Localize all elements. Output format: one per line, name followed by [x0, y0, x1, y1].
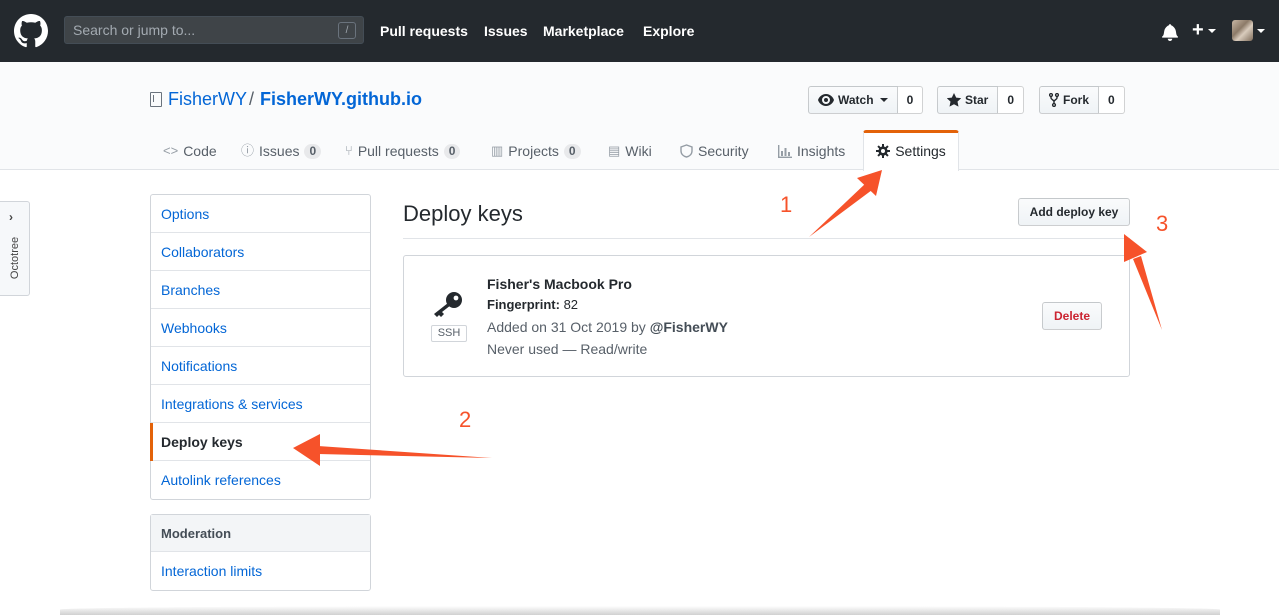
star-button[interactable]: Star	[937, 86, 999, 114]
star-label: Star	[965, 93, 989, 107]
repo-icon	[150, 92, 162, 107]
tab-settings[interactable]: Settings	[863, 130, 959, 171]
tab-wiki-label: Wiki	[625, 143, 652, 159]
watch-button[interactable]: Watch	[808, 86, 898, 114]
deploy-key-usage: Never used — Read/write	[487, 341, 648, 357]
settings-menu: Options Collaborators Branches Webhooks …	[150, 194, 371, 500]
nav-pull-requests[interactable]: Pull requests	[380, 22, 468, 40]
tab-wiki[interactable]: ▤ Wiki	[608, 143, 652, 159]
eye-icon	[818, 94, 834, 106]
graph-icon	[778, 144, 792, 158]
fork-button[interactable]: Fork	[1039, 86, 1100, 114]
tab-code[interactable]: <> Code	[163, 143, 217, 159]
menu-item-autolink-references[interactable]: Autolink references	[151, 461, 370, 499]
deploy-key-added: Added on 31 Oct 2019 by @FisherWY	[487, 319, 728, 335]
bottom-window-edge	[60, 606, 1220, 615]
watch-button-group: Watch 0	[808, 86, 924, 114]
search-placeholder: Search or jump to...	[73, 22, 196, 38]
deploy-key-list-item	[403, 255, 1130, 377]
nav-issues[interactable]: Issues	[484, 22, 528, 40]
avatar-caret-icon	[1257, 29, 1265, 33]
tab-settings-label: Settings	[895, 143, 946, 159]
avatar[interactable]	[1232, 20, 1253, 41]
star-icon	[947, 93, 961, 107]
add-deploy-key-button[interactable]: Add deploy key	[1018, 198, 1130, 226]
tab-projects-label: Projects	[508, 143, 559, 159]
tab-insights[interactable]: Insights	[778, 143, 845, 159]
page-title: Deploy keys	[403, 201, 523, 226]
annotation-number-2: 2	[459, 407, 472, 432]
menu-item-interaction-limits[interactable]: Interaction limits	[151, 552, 370, 590]
repo-owner-link[interactable]: FisherWY	[168, 88, 247, 110]
octotree-label: Octotree	[9, 236, 21, 280]
star-count[interactable]: 0	[998, 86, 1025, 114]
search-shortcut-badge: /	[338, 22, 356, 39]
menu-item-options[interactable]: Options	[151, 195, 370, 233]
tab-pull-requests-label: Pull requests	[357, 143, 439, 159]
fork-button-group: Fork 0	[1039, 86, 1125, 114]
deploy-key-title: Fisher's Macbook Pro	[487, 276, 632, 292]
tab-code-label: Code	[183, 143, 217, 159]
fingerprint-label: Fingerprint:	[487, 297, 560, 312]
global-header: Search or jump to... / Pull requests Iss…	[0, 0, 1279, 62]
tab-security[interactable]: Security	[680, 143, 749, 159]
ssh-badge: SSH	[431, 325, 467, 342]
gear-icon	[876, 144, 891, 158]
tab-issues-label: Issues	[259, 143, 300, 159]
tab-projects[interactable]: ▥ Projects 0	[491, 143, 581, 159]
delete-key-button[interactable]: Delete	[1042, 302, 1102, 330]
repo-name-link[interactable]: FisherWY.github.io	[260, 88, 422, 110]
repo-forked-icon	[1049, 93, 1059, 107]
menu-item-webhooks[interactable]: Webhooks	[151, 309, 370, 347]
chevron-right-icon: ›	[9, 210, 13, 224]
nav-explore[interactable]: Explore	[643, 22, 694, 40]
key-icon	[434, 292, 462, 317]
tab-issues-count: 0	[304, 143, 322, 159]
github-octocat-icon[interactable]	[14, 14, 48, 48]
issue-icon: ⓘ	[241, 143, 255, 158]
menu-item-collaborators[interactable]: Collaborators	[151, 233, 370, 271]
tab-pull-requests-count: 0	[443, 143, 461, 159]
repo-path-separator: /	[249, 89, 255, 109]
code-icon: <>	[163, 143, 179, 158]
fingerprint-value: 82	[563, 297, 579, 312]
menu-item-integrations[interactable]: Integrations & services	[151, 385, 370, 423]
tab-issues[interactable]: ⓘ Issues 0	[241, 143, 322, 159]
added-by-link[interactable]: @FisherWY	[650, 319, 728, 335]
menu-item-notifications[interactable]: Notifications	[151, 347, 370, 385]
tab-pull-requests[interactable]: ⑂ Pull requests 0	[345, 143, 461, 159]
nav-marketplace[interactable]: Marketplace	[543, 22, 624, 40]
bell-icon[interactable]	[1162, 23, 1178, 41]
tab-projects-count: 0	[563, 143, 581, 159]
search-input[interactable]: Search or jump to... /	[64, 16, 364, 44]
plus-icon[interactable]: +	[1192, 20, 1204, 40]
plus-caret-icon	[1208, 29, 1216, 33]
tab-insights-label: Insights	[797, 143, 846, 159]
annotation-number-3: 3	[1156, 211, 1169, 236]
watch-caret-icon	[879, 98, 888, 102]
added-prefix: Added on 31 Oct 2019 by	[487, 319, 650, 335]
fork-count[interactable]: 0	[1099, 86, 1125, 114]
menu-item-branches[interactable]: Branches	[151, 271, 370, 309]
fork-label: Fork	[1063, 93, 1090, 107]
star-button-group: Star 0	[937, 86, 1025, 114]
moderation-menu: Moderation Interaction limits	[150, 514, 371, 591]
deploy-key-fingerprint: Fingerprint: 82	[487, 297, 578, 313]
annotation-number-1: 1	[780, 192, 793, 217]
shield-icon	[680, 144, 693, 158]
moderation-heading: Moderation	[151, 515, 370, 552]
watch-label: Watch	[838, 93, 874, 107]
tab-security-label: Security	[698, 143, 749, 159]
project-icon: ▥	[491, 143, 504, 158]
book-icon: ▤	[608, 143, 621, 158]
octotree-toggle[interactable]: › Octotree	[0, 201, 30, 296]
git-pull-request-icon: ⑂	[345, 143, 353, 158]
watch-count[interactable]: 0	[897, 86, 924, 114]
menu-item-deploy-keys[interactable]: Deploy keys	[150, 423, 370, 461]
